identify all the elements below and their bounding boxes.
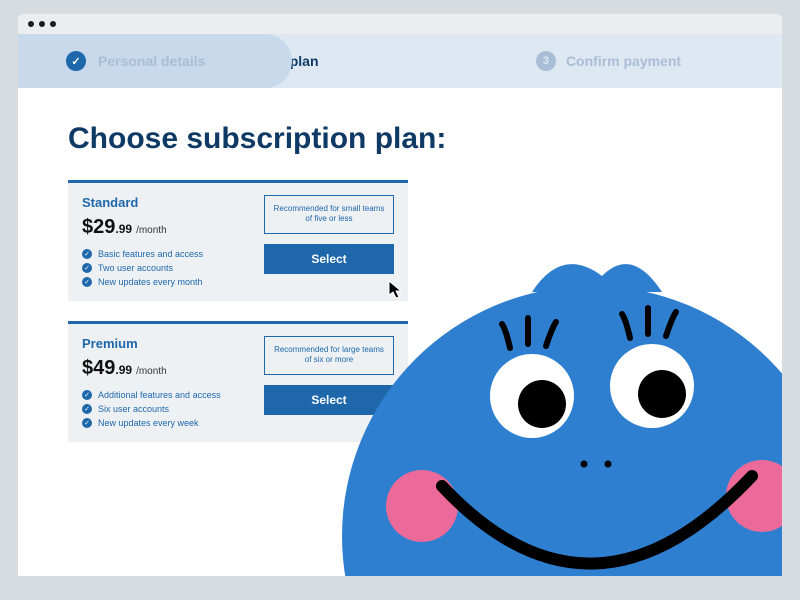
feature-item: ✓New updates every month xyxy=(82,277,250,287)
feature-item: ✓Basic features and access xyxy=(82,249,250,259)
step-confirm-payment[interactable]: 3 Confirm payment xyxy=(435,51,782,71)
step-label: Personal details xyxy=(98,53,205,69)
select-button[interactable]: Select xyxy=(264,244,394,274)
feature-item: ✓Six user accounts xyxy=(82,404,250,414)
plan-list: Standard $29.99 /month ✓Basic features a… xyxy=(68,180,408,442)
step-personal-details[interactable]: ✓ Personal details xyxy=(18,34,292,88)
plan-card-premium: Premium $49.99 /month ✓Additional featur… xyxy=(68,321,408,442)
progress-steps: ✓ Personal details 2 Choose plan 3 Confi… xyxy=(18,34,782,88)
feature-item: ✓New updates every week xyxy=(82,418,250,428)
window-titlebar xyxy=(18,14,782,34)
check-icon: ✓ xyxy=(82,390,92,400)
check-icon: ✓ xyxy=(82,277,92,287)
plan-card-standard: Standard $29.99 /month ✓Basic features a… xyxy=(68,180,408,301)
feature-item: ✓Two user accounts xyxy=(82,263,250,273)
feature-list: ✓Additional features and access ✓Six use… xyxy=(82,390,250,428)
step-label: Confirm payment xyxy=(566,53,681,69)
page-title: Choose subscription plan: xyxy=(68,122,732,156)
traffic-light-dot[interactable] xyxy=(39,21,45,27)
recommend-box: Recommended for large teams of six or mo… xyxy=(264,336,394,375)
feature-list: ✓Basic features and access ✓Two user acc… xyxy=(82,249,250,287)
feature-item: ✓Additional features and access xyxy=(82,390,250,400)
plan-name: Premium xyxy=(82,336,250,351)
recommend-box: Recommended for small teams of five or l… xyxy=(264,195,394,234)
plan-price: $29.99 /month xyxy=(82,216,250,239)
check-icon: ✓ xyxy=(82,404,92,414)
check-icon: ✓ xyxy=(66,51,86,71)
select-button[interactable]: Select xyxy=(264,385,394,415)
check-icon: ✓ xyxy=(82,263,92,273)
plan-price: $49.99 /month xyxy=(82,357,250,380)
traffic-light-dot[interactable] xyxy=(28,21,34,27)
step-number-badge: 3 xyxy=(536,51,556,71)
check-icon: ✓ xyxy=(82,249,92,259)
traffic-light-dot[interactable] xyxy=(50,21,56,27)
app-window: ✓ Personal details 2 Choose plan 3 Confi… xyxy=(18,14,782,576)
check-icon: ✓ xyxy=(82,418,92,428)
plan-name: Standard xyxy=(82,195,250,210)
main-content: Choose subscription plan: Standard $29.9… xyxy=(18,88,782,442)
